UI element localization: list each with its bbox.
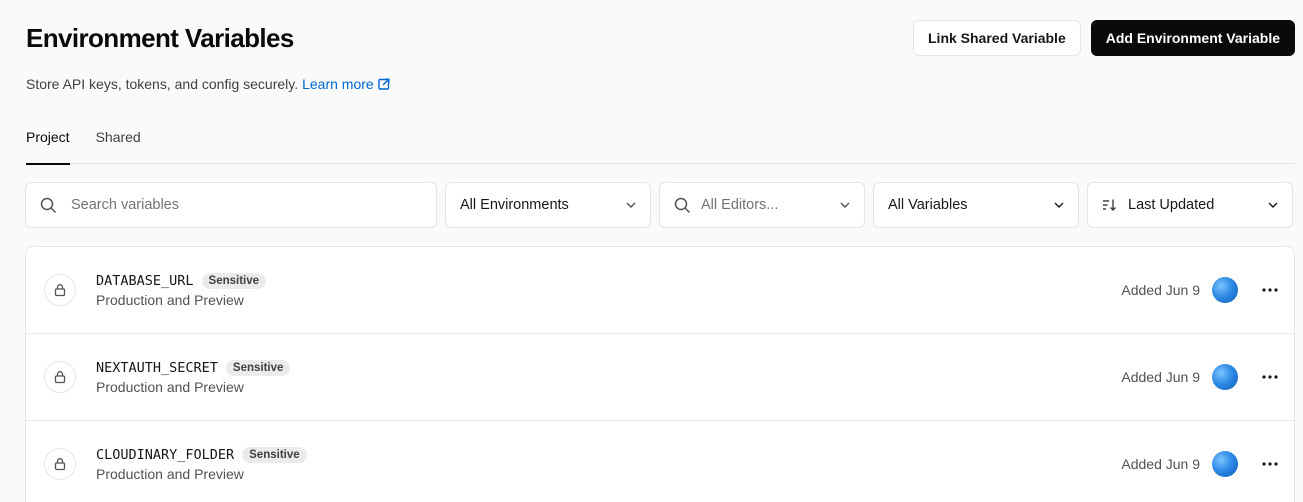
search-input[interactable]: Search variables xyxy=(25,182,437,228)
variable-environments: Production and Preview xyxy=(96,291,244,308)
avatar[interactable] xyxy=(1212,277,1238,303)
external-link-icon xyxy=(378,78,390,90)
link-shared-variable-button[interactable]: Link Shared Variable xyxy=(913,20,1081,56)
chevron-down-icon xyxy=(840,202,850,208)
lock-icon xyxy=(44,361,76,393)
added-date: Added Jun 9 xyxy=(1121,369,1200,385)
variable-name: CLOUDINARY_FOLDER xyxy=(96,446,235,463)
chevron-down-icon xyxy=(1268,202,1278,208)
more-icon[interactable] xyxy=(1262,288,1278,292)
page-title: Environment Variables xyxy=(26,22,294,53)
variables-value: All Variables xyxy=(888,197,968,213)
variables-select[interactable]: All Variables xyxy=(873,182,1079,228)
environments-value: All Environments xyxy=(460,197,569,213)
editors-select[interactable]: All Editors... xyxy=(659,182,865,228)
learn-more-link[interactable]: Learn more xyxy=(302,76,390,92)
chevron-down-icon xyxy=(1054,202,1064,208)
add-environment-variable-button[interactable]: Add Environment Variable xyxy=(1090,20,1295,56)
search-icon xyxy=(674,197,691,213)
tab-shared[interactable]: Shared xyxy=(96,118,141,164)
variable-row[interactable]: DATABASE_URL Sensitive Production and Pr… xyxy=(26,247,1294,334)
environments-select[interactable]: All Environments xyxy=(445,182,651,228)
sort-value: Last Updated xyxy=(1128,197,1215,213)
more-icon[interactable] xyxy=(1262,462,1278,466)
variable-row[interactable]: NEXTAUTH_SECRET Sensitive Production and… xyxy=(26,334,1294,421)
variables-list: DATABASE_URL Sensitive Production and Pr… xyxy=(25,246,1295,502)
variable-environments: Production and Preview xyxy=(96,465,244,482)
header-actions: Link Shared Variable Add Environment Var… xyxy=(913,20,1295,56)
sensitive-badge: Sensitive xyxy=(201,272,267,289)
search-placeholder: Search variables xyxy=(71,197,179,213)
added-date: Added Jun 9 xyxy=(1121,456,1200,472)
more-icon[interactable] xyxy=(1262,375,1278,379)
chevron-down-icon xyxy=(626,202,636,208)
filter-bar: Search variables All Environments All Ed… xyxy=(25,182,1295,228)
added-date: Added Jun 9 xyxy=(1121,282,1200,298)
page-subtitle: Store API keys, tokens, and config secur… xyxy=(26,76,390,92)
variable-name: DATABASE_URL xyxy=(96,272,194,289)
tab-project[interactable]: Project xyxy=(26,118,70,165)
avatar[interactable] xyxy=(1212,364,1238,390)
search-icon xyxy=(40,197,57,213)
sort-icon xyxy=(1103,199,1116,211)
learn-more-label: Learn more xyxy=(302,76,374,92)
variable-environments: Production and Preview xyxy=(96,378,244,395)
lock-icon xyxy=(44,274,76,306)
subtitle-text: Store API keys, tokens, and config secur… xyxy=(26,76,299,92)
avatar[interactable] xyxy=(1212,451,1238,477)
sensitive-badge: Sensitive xyxy=(242,446,307,463)
tab-bar: Project Shared xyxy=(26,118,1295,165)
variable-row[interactable]: CLOUDINARY_FOLDER Sensitive Production a… xyxy=(26,421,1294,502)
editors-placeholder: All Editors... xyxy=(701,197,779,213)
variable-name: NEXTAUTH_SECRET xyxy=(96,359,218,376)
sort-select[interactable]: Last Updated xyxy=(1087,182,1293,228)
lock-icon xyxy=(44,448,76,480)
page-header: Environment Variables Link Shared Variab… xyxy=(26,18,1295,58)
sensitive-badge: Sensitive xyxy=(225,359,291,376)
